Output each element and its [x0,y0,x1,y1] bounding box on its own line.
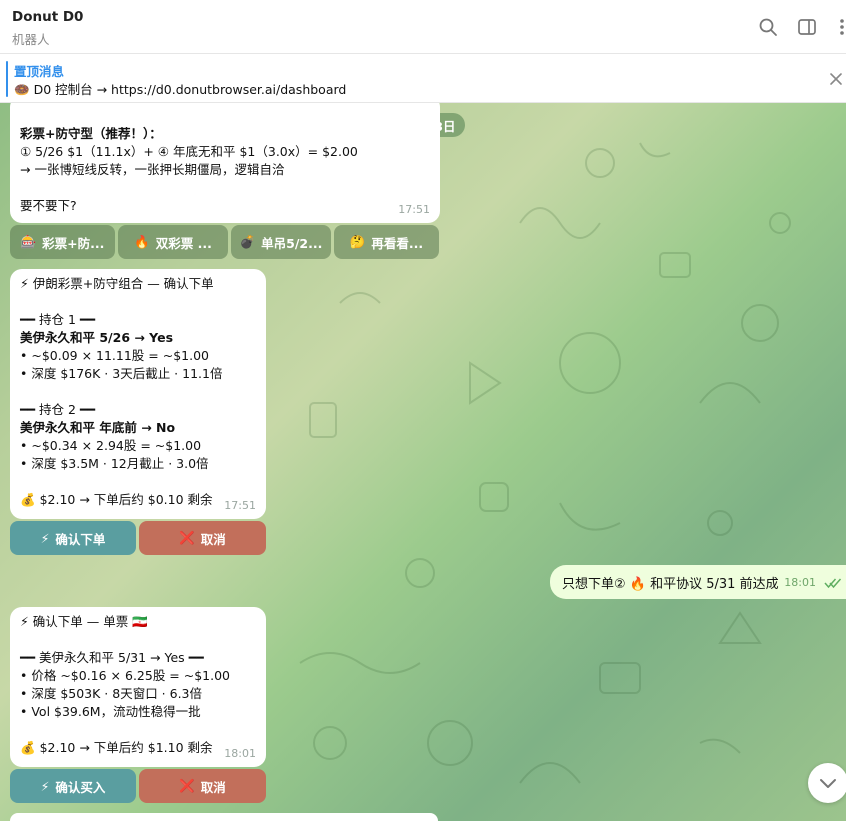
msg1-question: 要不要下? [20,198,77,213]
msg2-pos1-title: ━━ 持仓 1 ━━ [20,312,95,327]
msg2-time: 17:51 [224,499,256,512]
msg2-pos1-name: 美伊永久和平 5/26 → Yes [20,330,174,345]
scroll-down-button[interactable] [808,763,846,803]
msg1-heading: 彩票+防守型（推荐！）： [20,126,162,141]
pinned-accent-bar [6,61,8,97]
donut-icon: 🍩 [14,82,30,97]
lightning-icon: ⚡ [20,276,29,291]
outgoing-text: 只想下单② 🔥 和平协议 5/31 前达成 [562,577,779,592]
chat-subtitle: 机器人 [12,32,50,47]
kb-double-lottery-button[interactable]: 🔥 双彩票 ... [118,225,228,259]
pinned-text: 🍩 D0 控制台 → https://d0.donutbrowser.ai/da… [14,79,346,98]
outgoing-time: 18:01 [784,576,816,589]
confirm-order-button[interactable]: ⚡ 确认下单 [10,521,136,555]
sidebar-toggle-icon[interactable] [796,16,818,38]
pinned-title: 置顶消息 [14,64,65,79]
thinking-icon: 🤔 [349,234,366,249]
message-bubble-3: ⚡ 确认下单 — 单票 🇮🇷 ━━ 美伊永久和平 5/31 → Yes ━━ •… [10,607,266,767]
msg1-time: 17:51 [398,203,430,216]
msg1-combo: ① 5/26 $1（11.1x）+ ④ 年底无和平 $1（3.0x）= $2.0… [20,144,358,159]
pinned-message-bar[interactable]: 置顶消息 🍩 D0 控制台 → https://d0.donutbrowser.… [0,55,846,103]
msg3-vol: • Vol $39.6M，流动性稳得一批 [20,704,201,719]
cancel-buy-button[interactable]: ❌ 取消 [139,769,266,803]
msg3-header: 确认下单 — 单票 🇮🇷 [32,614,148,629]
lightning-icon: ⚡ [40,778,50,794]
slot-machine-icon: 🎰 [20,234,37,249]
chat-header: Donut D0 机器人 [0,0,846,54]
message-bubble-1: 彩票+防守型（推荐！）： ① 5/26 $1（11.1x）+ ④ 年底无和平 $… [10,103,440,223]
money-bag-icon: 💰 [20,740,36,755]
message-bubble-2: ⚡ 伊朗彩票+防守组合 — 确认下单 ━━ 持仓 1 ━━ 美伊永久和平 5/2… [10,269,266,519]
msg3-price: • 价格 ~$0.16 × 6.25股 = ~$1.00 [20,668,231,683]
kb-lottery-defense-button[interactable]: 🎰 彩票+防... [10,225,115,259]
msg1-logic: → 一张博短线反转，一张押长期僵局，逻辑自洽 [20,162,285,177]
msg2-header: 伊朗彩票+防守组合 — 确认下单 [32,276,214,291]
chat-area[interactable]: 5月23日 彩票+防守型（推荐！）： ① 5/26 $1（11.1x）+ ④ 年… [0,103,846,821]
msg1-blank [20,179,430,197]
kb-wait-button[interactable]: 🤔 再看看... [334,225,439,259]
lightning-icon: ⚡ [20,614,29,629]
msg3-depth: • 深度 $503K · 8天窗口 · 6.3倍 [20,686,203,701]
msg2-pos2-depth: • 深度 $3.5M · 12月截止 · 3.0倍 [20,456,209,471]
chevron-down-icon [820,779,836,788]
cross-icon: ❌ [179,778,195,793]
cross-icon: ❌ [179,530,195,545]
chat-title[interactable]: Donut D0 [12,9,83,25]
msg2-pos1-price: • ~$0.09 × 11.11股 = ~$1.00 [20,348,209,363]
money-bag-icon: 💰 [20,492,36,507]
msg3-pos-title: ━━ 美伊永久和平 5/31 → Yes ━━ [20,650,204,665]
outgoing-message-bubble: 只想下单② 🔥 和平协议 5/31 前达成 18:01 [550,565,846,599]
msg2-pos2-price: • ~$0.34 × 2.94股 = ~$1.00 [20,438,202,453]
msg3-balance: $2.10 → 下单后约 $1.10 剩余 [39,740,213,755]
msg2-pos2-title: ━━ 持仓 2 ━━ [20,402,95,417]
close-icon[interactable] [826,69,846,89]
more-vert-icon[interactable] [832,16,846,38]
pinned-link-text: D0 控制台 → https://d0.donutbrowser.ai/dash… [33,82,347,97]
msg2-pos2-name: 美伊永久和平 年底前 → No [20,420,176,435]
lightning-icon: ⚡ [40,530,50,546]
double-check-icon [824,578,842,589]
next-message-bubble-edge [10,813,438,821]
msg3-time: 18:01 [224,747,256,760]
confirm-buy-button[interactable]: ⚡ 确认买入 [10,769,136,803]
search-icon[interactable] [757,16,779,38]
fire-icon: 🔥 [134,234,150,249]
msg2-pos1-depth: • 深度 $176K · 3天后截止 · 11.1倍 [20,366,223,381]
kb-single-bet-button[interactable]: 💣 单吊5/2... [231,225,331,259]
cancel-order-button[interactable]: ❌ 取消 [139,521,266,555]
bomb-icon: 💣 [239,234,256,249]
msg2-balance: $2.10 → 下单后约 $0.10 剩余 [39,492,213,507]
